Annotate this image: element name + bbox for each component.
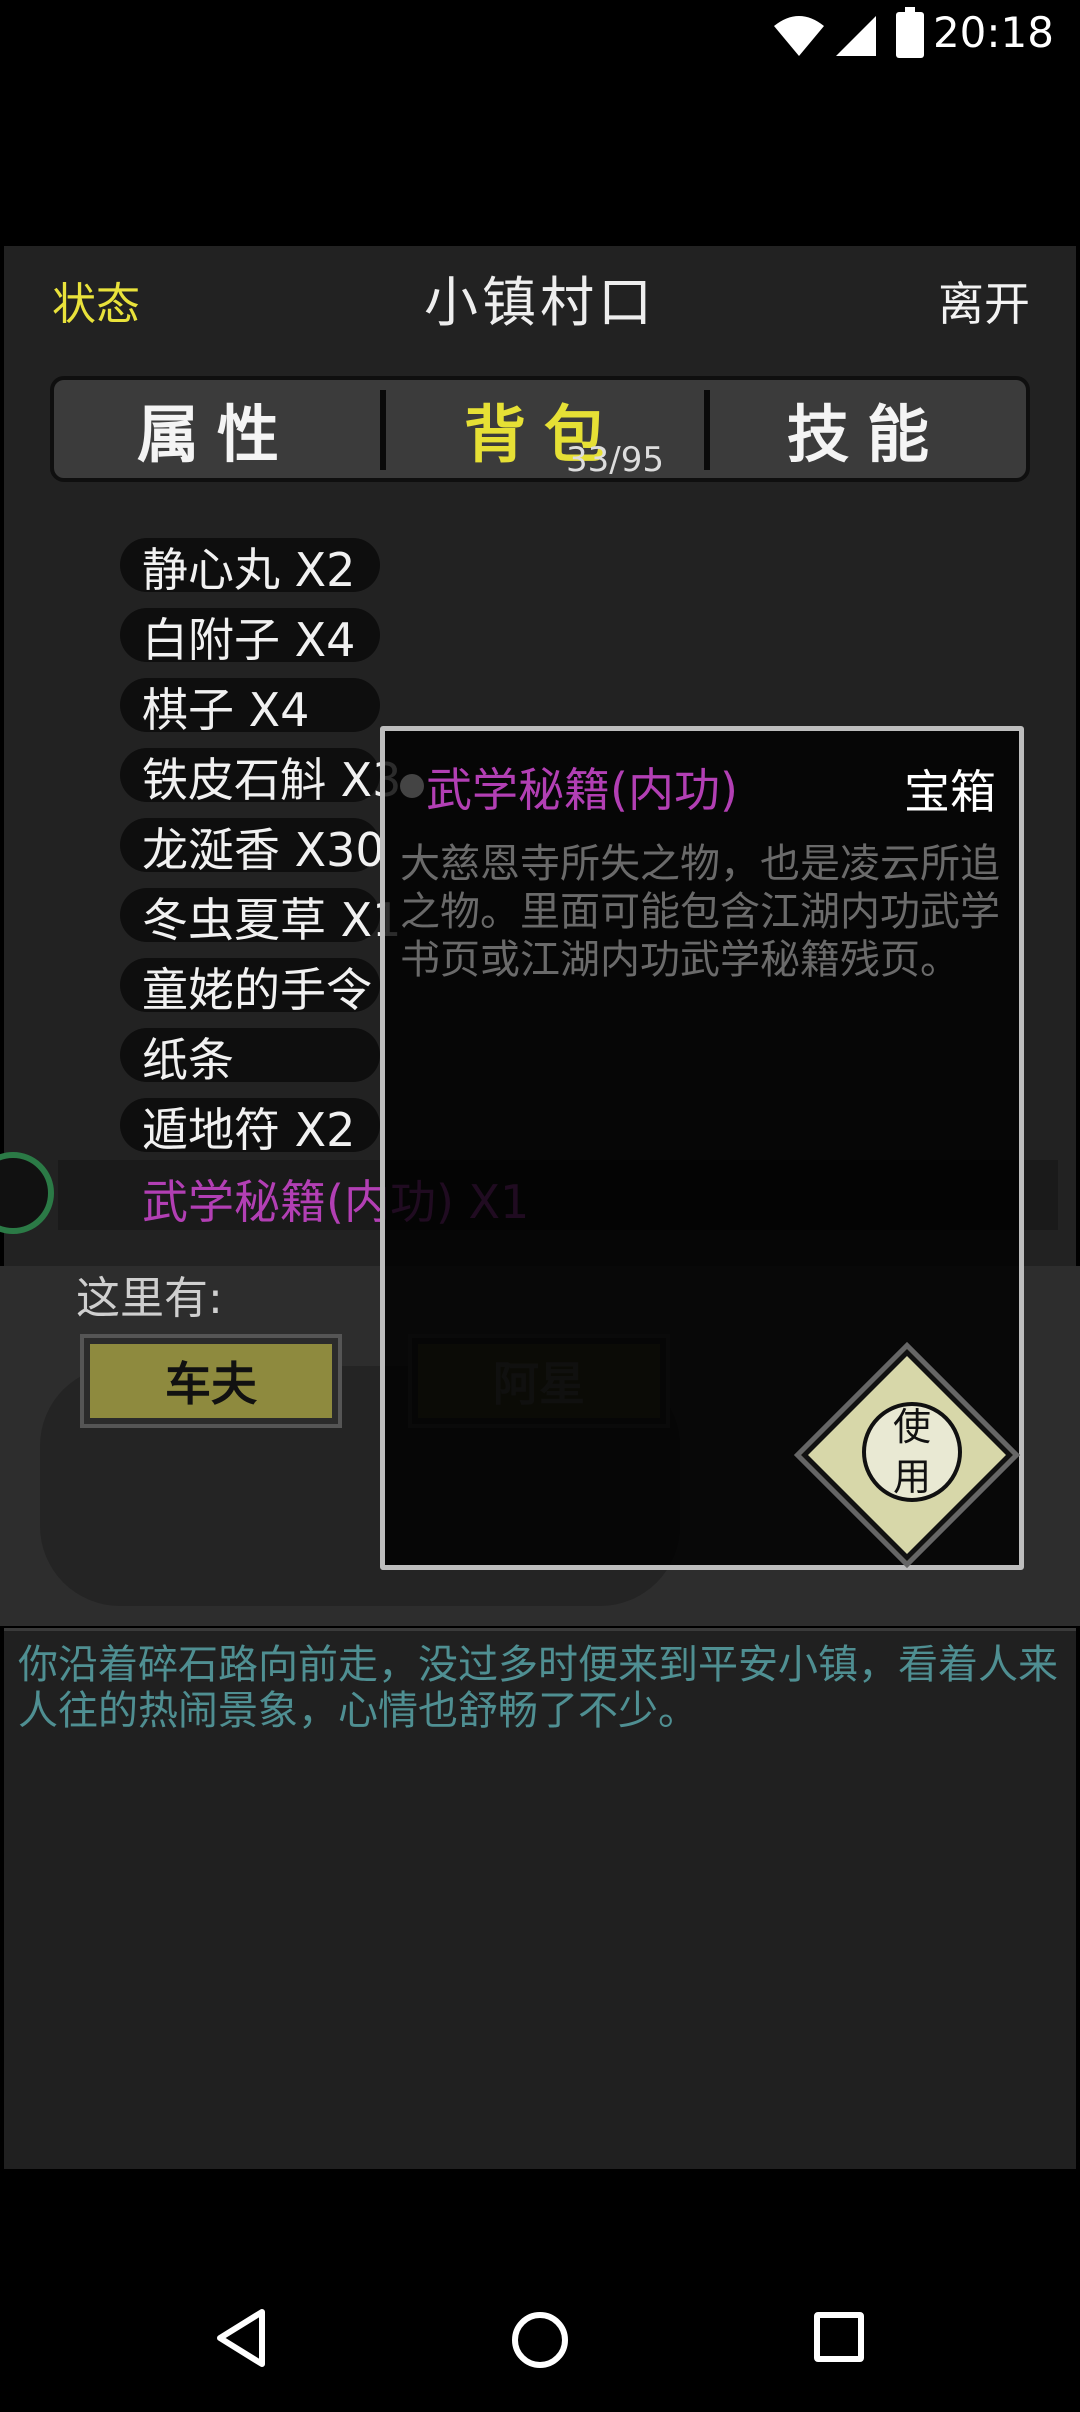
item-name: 武学秘籍(内功)	[426, 763, 738, 817]
inventory-item[interactable]: 遁地符 X2	[142, 1094, 355, 1160]
tab-bar: 属性 背包 技能	[50, 376, 1030, 482]
back-icon[interactable]	[212, 2306, 268, 2370]
here-label: 这里有:	[76, 1273, 223, 1324]
backpack-count: 33/95	[566, 440, 664, 480]
home-icon[interactable]	[512, 2312, 568, 2368]
inventory-item[interactable]: 棋子 X4	[142, 674, 309, 740]
inventory-item[interactable]: 静心丸 X2	[142, 534, 355, 600]
npc-label: 车夫	[90, 1344, 332, 1418]
inventory-item[interactable]: 冬虫夏草 X1	[142, 884, 401, 950]
status-time: 20:18	[932, 8, 1054, 57]
item-description: 大慈恩寺所失之物，也是凌云所追之物。里面可能包含江湖内功武学书页或江湖内功武学秘…	[400, 841, 1000, 983]
tab-attributes[interactable]: 属性	[54, 380, 380, 478]
inventory-item[interactable]: 龙涎香 X30	[142, 814, 385, 880]
signal-icon	[836, 16, 876, 56]
inventory-item[interactable]: 童姥的手令	[142, 954, 372, 1020]
inventory-item[interactable]: 纸条	[142, 1024, 234, 1090]
location-title: 小镇村口	[424, 271, 656, 334]
leave-button[interactable]: 离开	[938, 268, 1030, 334]
tab-skills[interactable]: 技能	[708, 380, 1026, 478]
use-button-label[interactable]: 使用	[880, 1402, 944, 1502]
inventory-item[interactable]: 铁皮石斛 X3	[142, 744, 401, 810]
npc-button-coachman[interactable]: 车夫	[80, 1334, 342, 1428]
item-type: 宝箱	[904, 765, 996, 819]
battery-icon	[896, 7, 924, 58]
wifi-icon	[774, 16, 824, 56]
inventory-item[interactable]: 白附子 X4	[142, 604, 355, 670]
recents-icon[interactable]	[814, 2312, 864, 2362]
item-bullet-icon	[400, 774, 424, 798]
log-text: 你沿着碎石路向前走，没过多时便来到平安小镇，看着人来人往的热闹景象，心情也舒畅了…	[18, 1642, 1058, 1734]
